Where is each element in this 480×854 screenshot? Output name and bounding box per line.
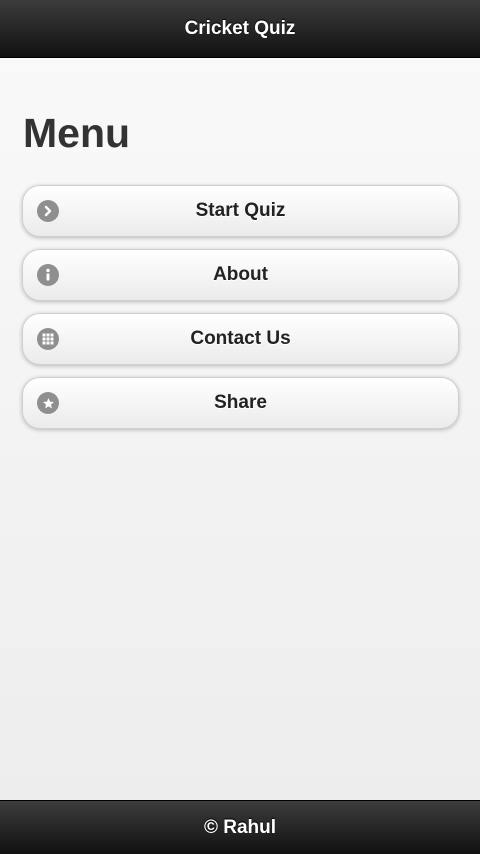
menu-list: Start Quiz About Contact Us Share — [22, 185, 459, 441]
main-content: Menu Start Quiz About Contact Us Share — [0, 58, 480, 800]
star-icon — [37, 392, 59, 414]
menu-item-label: Contact Us — [190, 328, 291, 349]
info-icon — [37, 264, 59, 286]
start-quiz-button[interactable]: Start Quiz — [22, 185, 459, 237]
menu-item-label: Share — [214, 392, 267, 413]
footer-copyright: © Rahul — [203, 816, 277, 838]
contact-us-button[interactable]: Contact Us — [22, 313, 459, 365]
header-bar: Cricket Quiz — [0, 0, 480, 58]
share-button[interactable]: Share — [22, 377, 459, 429]
menu-item-label: Start Quiz — [195, 200, 286, 221]
about-button[interactable]: About — [22, 249, 459, 301]
grid-icon — [37, 328, 59, 350]
footer-bar: © Rahul — [0, 800, 480, 854]
page-title: Menu — [23, 110, 131, 156]
menu-item-label: About — [213, 264, 268, 285]
app-title: Cricket Quiz — [184, 17, 296, 39]
arrow-right-icon — [37, 200, 59, 222]
